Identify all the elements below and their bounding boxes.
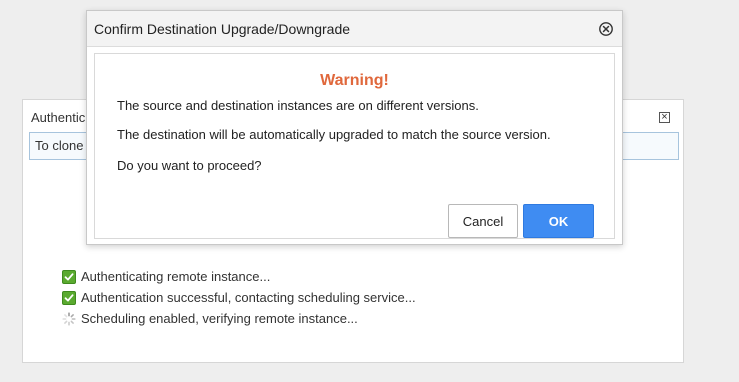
message-line: Do you want to proceed? bbox=[117, 158, 262, 173]
status-text: Scheduling enabled, verifying remote ins… bbox=[81, 311, 358, 326]
modal-header: Confirm Destination Upgrade/Downgrade bbox=[87, 11, 622, 47]
status-item: Authenticating remote instance... bbox=[62, 266, 416, 287]
checkbox-check-icon bbox=[62, 290, 76, 305]
confirm-upgrade-modal: Confirm Destination Upgrade/Downgrade Wa… bbox=[86, 10, 623, 245]
close-box-icon[interactable]: × bbox=[659, 112, 670, 123]
spinner-icon bbox=[62, 311, 76, 326]
modal-title: Confirm Destination Upgrade/Downgrade bbox=[94, 21, 351, 37]
message-line: The source and destination instances are… bbox=[117, 98, 479, 113]
cancel-button[interactable]: Cancel bbox=[448, 204, 518, 238]
ok-button[interactable]: OK bbox=[523, 204, 594, 238]
status-item: Scheduling enabled, verifying remote ins… bbox=[62, 308, 416, 329]
checkbox-check-icon bbox=[62, 269, 76, 284]
warning-heading: Warning! bbox=[320, 72, 389, 89]
status-text: Authenticating remote instance... bbox=[81, 269, 271, 284]
status-text: Authentication successful, contacting sc… bbox=[81, 290, 416, 305]
status-list: Authenticating remote instance... Authen… bbox=[62, 266, 416, 329]
modal-body: Warning! The source and destination inst… bbox=[94, 53, 615, 239]
message-line: The destination will be automatically up… bbox=[117, 127, 551, 142]
status-item: Authentication successful, contacting sc… bbox=[62, 287, 416, 308]
circle-x-icon[interactable] bbox=[598, 21, 614, 37]
